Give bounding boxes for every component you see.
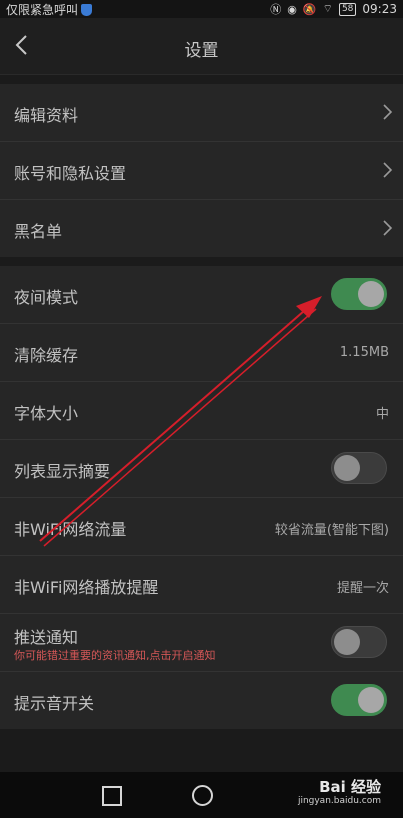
preferences-group: 夜间模式 清除缓存 1.15MB 字体大小 中 列表显示摘要 非WiFi网络流量…: [0, 266, 403, 729]
status-time: 09:23: [362, 2, 397, 16]
row-non-wifi-traffic[interactable]: 非WiFi网络流量 较省流量(智能下图): [0, 498, 403, 556]
sound-toggle[interactable]: [331, 684, 387, 716]
push-notice-hint[interactable]: 你可能错过重要的资讯通知,点击开启通知: [14, 647, 216, 663]
traffic-mode-value: 较省流量(智能下图): [274, 523, 389, 538]
row-label: 列表显示摘要: [14, 462, 111, 481]
row-label: 黑名单: [14, 222, 63, 241]
row-label: 非WiFi网络播放提醒: [14, 578, 159, 597]
toggle-knob: [334, 629, 360, 655]
row-blacklist[interactable]: 黑名单: [0, 200, 403, 257]
font-size-value: 中: [375, 407, 389, 422]
watermark-url: jingyan.baidu.com: [297, 796, 381, 806]
cache-size-value: 1.15MB: [339, 345, 389, 360]
chevron-right-icon: [383, 162, 393, 178]
battery-icon: 58: [338, 2, 357, 16]
home-icon[interactable]: [192, 785, 213, 806]
list-summary-toggle[interactable]: [331, 452, 387, 484]
toggle-knob: [358, 281, 384, 307]
row-push-notification: 推送通知 你可能错过重要的资讯通知,点击开启通知: [0, 614, 403, 672]
row-account-privacy[interactable]: 账号和隐私设置: [0, 142, 403, 200]
row-label: 提示音开关: [14, 694, 95, 713]
watermark-brand: Bai 经验: [319, 778, 381, 796]
play-reminder-value: 提醒一次: [336, 581, 389, 596]
row-label: 编辑资料: [14, 106, 79, 125]
eye-icon: ◉: [287, 2, 297, 16]
row-edit-profile[interactable]: 编辑资料: [0, 84, 403, 142]
bell-off-icon: 🔕: [302, 2, 317, 16]
row-label: 非WiFi网络流量: [14, 520, 127, 539]
row-font-size[interactable]: 字体大小 中: [0, 382, 403, 440]
chevron-right-icon: [383, 220, 393, 236]
row-label: 夜间模式: [14, 288, 79, 307]
recent-apps-icon[interactable]: [102, 786, 122, 806]
row-non-wifi-play-reminder[interactable]: 非WiFi网络播放提醒 提醒一次: [0, 556, 403, 614]
row-label: 字体大小: [14, 404, 79, 423]
wifi-icon: ⌔: [322, 2, 333, 15]
page-title: 设置: [184, 41, 219, 61]
chevron-right-icon: [383, 104, 393, 120]
row-night-mode: 夜间模式: [0, 266, 403, 324]
row-clear-cache[interactable]: 清除缓存 1.15MB: [0, 324, 403, 382]
header: 设置: [0, 18, 403, 75]
status-bar: 仅限紧急呼叫 Ⓝ ◉ 🔕 ⌔ 58 09:23: [0, 0, 403, 18]
shield-icon: [81, 3, 93, 16]
push-notification-toggle[interactable]: [331, 626, 387, 658]
row-sound-switch: 提示音开关: [0, 672, 403, 729]
carrier-label: 仅限紧急呼叫: [6, 3, 79, 17]
row-label: 推送通知: [14, 628, 79, 647]
nfc-icon: Ⓝ: [270, 3, 282, 16]
row-label: 账号和隐私设置: [14, 164, 127, 183]
row-list-summary: 列表显示摘要: [0, 440, 403, 498]
night-mode-toggle[interactable]: [331, 278, 387, 310]
profile-group: 编辑资料 账号和隐私设置 黑名单: [0, 84, 403, 257]
toggle-knob: [358, 687, 384, 713]
row-label: 清除缓存: [14, 346, 79, 365]
navigation-bar: Bai 经验 jingyan.baidu.com: [0, 772, 403, 818]
toggle-knob: [334, 455, 360, 481]
